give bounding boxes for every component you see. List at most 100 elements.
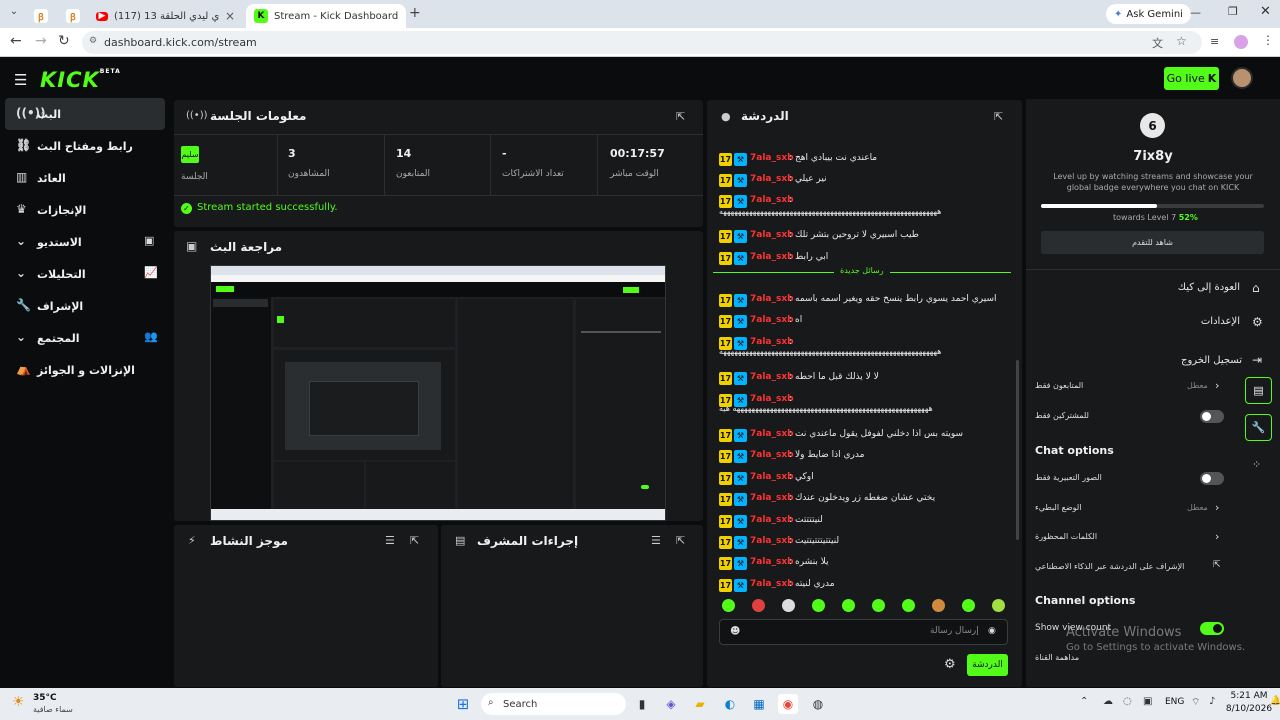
watch-to-progress-button[interactable]: شاهد للتقدم [1041, 231, 1264, 254]
chat-message[interactable]: 17 ⚒ 7ala_sxb: نير عيلي [719, 173, 1014, 191]
sidebar-item-moderation[interactable]: 🔧 الإشراف [5, 290, 165, 322]
emote-icon[interactable] [782, 599, 795, 612]
obs-icon[interactable]: ◍ [808, 694, 828, 714]
copilot-icon[interactable]: ◈ [661, 694, 681, 714]
clock-time[interactable]: 5:21 AM [1225, 691, 1273, 701]
chat-username[interactable]: 7ala_sxb [750, 315, 794, 325]
wifi-icon[interactable]: ⌔ [1191, 696, 1200, 709]
chat-username[interactable]: 7ala_sxb [750, 515, 794, 525]
filter-icon[interactable]: ☰ [651, 534, 661, 547]
minimize-icon[interactable]: — [1190, 6, 1201, 19]
emote-icon[interactable] [962, 599, 975, 612]
chat-message[interactable]: 17 ⚒ 7ala_sxb: مدري لنيته [719, 578, 1014, 596]
close-icon[interactable]: × [219, 9, 235, 23]
external-link-icon[interactable]: ⇱ [1213, 560, 1221, 570]
chat-message[interactable]: 17 ⚒ 7ala_sxb: لا لا يذلك قبل ما احطه [719, 371, 1014, 389]
language-indicator[interactable]: ENG [1165, 697, 1184, 707]
chat-username[interactable]: 7ala_sxb [750, 372, 794, 382]
emote-icon[interactable] [872, 599, 885, 612]
sidebar-item-achievements[interactable]: ♛ الإنجازات [5, 194, 165, 226]
home-icon[interactable]: ⌂ [1252, 281, 1260, 295]
chat-message[interactable]: 17 ⚒ 7ala_sxb: لنيتتيتتتيتتيت [719, 535, 1014, 553]
bookmark-star-icon[interactable]: ☆ [1176, 34, 1187, 48]
chat-username[interactable]: 7ala_sxb [750, 174, 794, 184]
new-tab-icon[interactable]: + [409, 5, 421, 21]
chrome-icon[interactable]: ◉ [778, 694, 798, 714]
menu-home[interactable]: العودة إلى كيك [1160, 282, 1240, 293]
forward-icon[interactable]: → [35, 33, 47, 49]
chat-message[interactable]: 17 ⚒ 7ala_sxb: طيب اسبيري لا تروحين بتشر تل… [719, 229, 1014, 247]
preview-video[interactable] [210, 265, 666, 521]
emote-icon[interactable] [812, 599, 825, 612]
emoji-icon[interactable]: ☻ [730, 626, 740, 637]
tab-search-icon[interactable]: ⌄ [6, 6, 22, 22]
chat-username[interactable]: 7ala_sxb [750, 294, 794, 304]
translate-icon[interactable]: 文 [1152, 35, 1163, 51]
chevron-right-icon[interactable]: › [1215, 379, 1219, 392]
popout-icon[interactable]: ⇱ [410, 534, 419, 547]
sidebar-item-studio[interactable]: ⌄ الاستديو ▣ [5, 226, 165, 258]
chevron-right-icon[interactable]: › [1215, 530, 1219, 543]
sidebar-item-stream-key[interactable]: ⛓ رابط ومفتاح البث [5, 130, 165, 162]
notification-icon[interactable]: 🔔 [1270, 696, 1280, 706]
chat-username[interactable]: 7ala_sxb [750, 557, 794, 567]
chat-username[interactable]: 7ala_sxb [750, 153, 794, 163]
gemini-button[interactable]: ✦ Ask Gemini [1106, 4, 1191, 24]
tray-chevron-icon[interactable]: ⌃ [1080, 696, 1088, 707]
task-view-icon[interactable]: ▮ [632, 694, 652, 714]
gear-icon[interactable]: ⚙ [1252, 315, 1263, 329]
tab-kick-dashboard[interactable]: K Stream - Kick Dashboard × [246, 4, 406, 28]
chat-username[interactable]: 7ala_sxb [750, 472, 794, 482]
chat-message[interactable]: 17 ⚒ 7ala_sxb: اه [719, 314, 1014, 332]
clock-date[interactable]: 8/10/2026 [1225, 704, 1273, 714]
chat-tools-icon[interactable]: ▤ [1245, 377, 1272, 404]
chat-username[interactable]: 7ala_sxb [750, 429, 794, 439]
chat-scrollbar[interactable] [1016, 360, 1019, 540]
logout-icon[interactable]: ⇥ [1252, 353, 1262, 367]
sidebar-item-analytics[interactable]: ⌄ التحليلات 📈 [5, 258, 165, 290]
wrench-icon[interactable]: 🔧 [1245, 414, 1272, 441]
close-window-icon[interactable]: ✕ [1260, 4, 1271, 19]
chat-message[interactable]: 17 ⚒ 7ala_sxb: اسيري احمد يسوي رابط ينسخ حق… [719, 293, 1014, 311]
sidebar-item-revenue[interactable]: ▥ العائد [5, 162, 165, 194]
restore-icon[interactable]: ❐ [1228, 5, 1238, 18]
popout-icon[interactable]: ⇱ [676, 534, 685, 547]
chat-input[interactable]: ☻ إرسال رسالة ◉ [719, 619, 1008, 645]
subscribers-only-toggle[interactable] [1200, 410, 1224, 423]
windows-start-icon[interactable]: ⊞ [453, 694, 473, 714]
chat-message[interactable]: 17 ⚒ 7ala_sxb: يختي عشان ضغطه زر ويدخلون عن… [719, 492, 1014, 510]
chat-username[interactable]: 7ala_sxb [750, 394, 794, 404]
close-icon[interactable]: × [398, 9, 406, 23]
chat-send-button[interactable]: الدردشة [967, 654, 1008, 676]
avatar[interactable] [1231, 67, 1253, 89]
tab-groups-icon[interactable]: ≡ [1210, 35, 1219, 48]
chat-username[interactable]: 7ala_sxb [750, 337, 794, 347]
chat-message[interactable]: 17 ⚒ 7ala_sxb: يلا بنشره [719, 556, 1014, 574]
back-icon[interactable]: ← [10, 33, 22, 49]
emote-icon[interactable] [842, 599, 855, 612]
sidebar-item-stream[interactable]: ((•)) البث [5, 98, 165, 130]
chevron-right-icon[interactable]: › [1215, 501, 1219, 514]
sidebar-item-community[interactable]: ⌄ المجتمع 👥 [5, 322, 165, 354]
emote-icon[interactable] [992, 599, 1005, 612]
emote-icon[interactable] [902, 599, 915, 612]
chat-username[interactable]: 7ala_sxb [750, 536, 794, 546]
volume-icon[interactable]: ♪ [1209, 696, 1215, 707]
go-live-button[interactable]: Go live K [1164, 67, 1219, 90]
chat-message[interactable]: 17 ⚒ 7ala_sxb: مدري اذا ضايط ولا [719, 449, 1014, 467]
hamburger-icon[interactable]: ☰ [14, 71, 27, 89]
chat-message[interactable]: 17 ⚒ 7ala_sxb: سويته بس اذا دخلني لفوفل يقو… [719, 428, 1014, 446]
chat-username[interactable]: 7ala_sxb [750, 252, 794, 262]
show-view-count-toggle[interactable] [1200, 622, 1224, 635]
profile-icon[interactable] [1234, 35, 1248, 49]
kick-logo[interactable]: KICKBETA [40, 68, 121, 92]
chat-settings-icon[interactable]: ⚙ [944, 657, 956, 672]
file-explorer-icon[interactable]: ▰ [690, 694, 710, 714]
url-field[interactable]: ⚙ dashboard.kick.com/stream 文 ☆ [82, 31, 1202, 54]
emote-icon[interactable] [752, 599, 765, 612]
tab-youtube[interactable]: ▶ (117) ليدي ليدي الحلقة 13 - Tube × [88, 4, 243, 28]
popout-icon[interactable]: ⇱ [676, 110, 685, 123]
tab-kick-2[interactable]: ꞵ [58, 4, 86, 28]
chat-message[interactable]: 17 ⚒ 7ala_sxb: لنيتتتتت [719, 514, 1014, 532]
edge-icon[interactable]: ◐ [720, 694, 740, 714]
